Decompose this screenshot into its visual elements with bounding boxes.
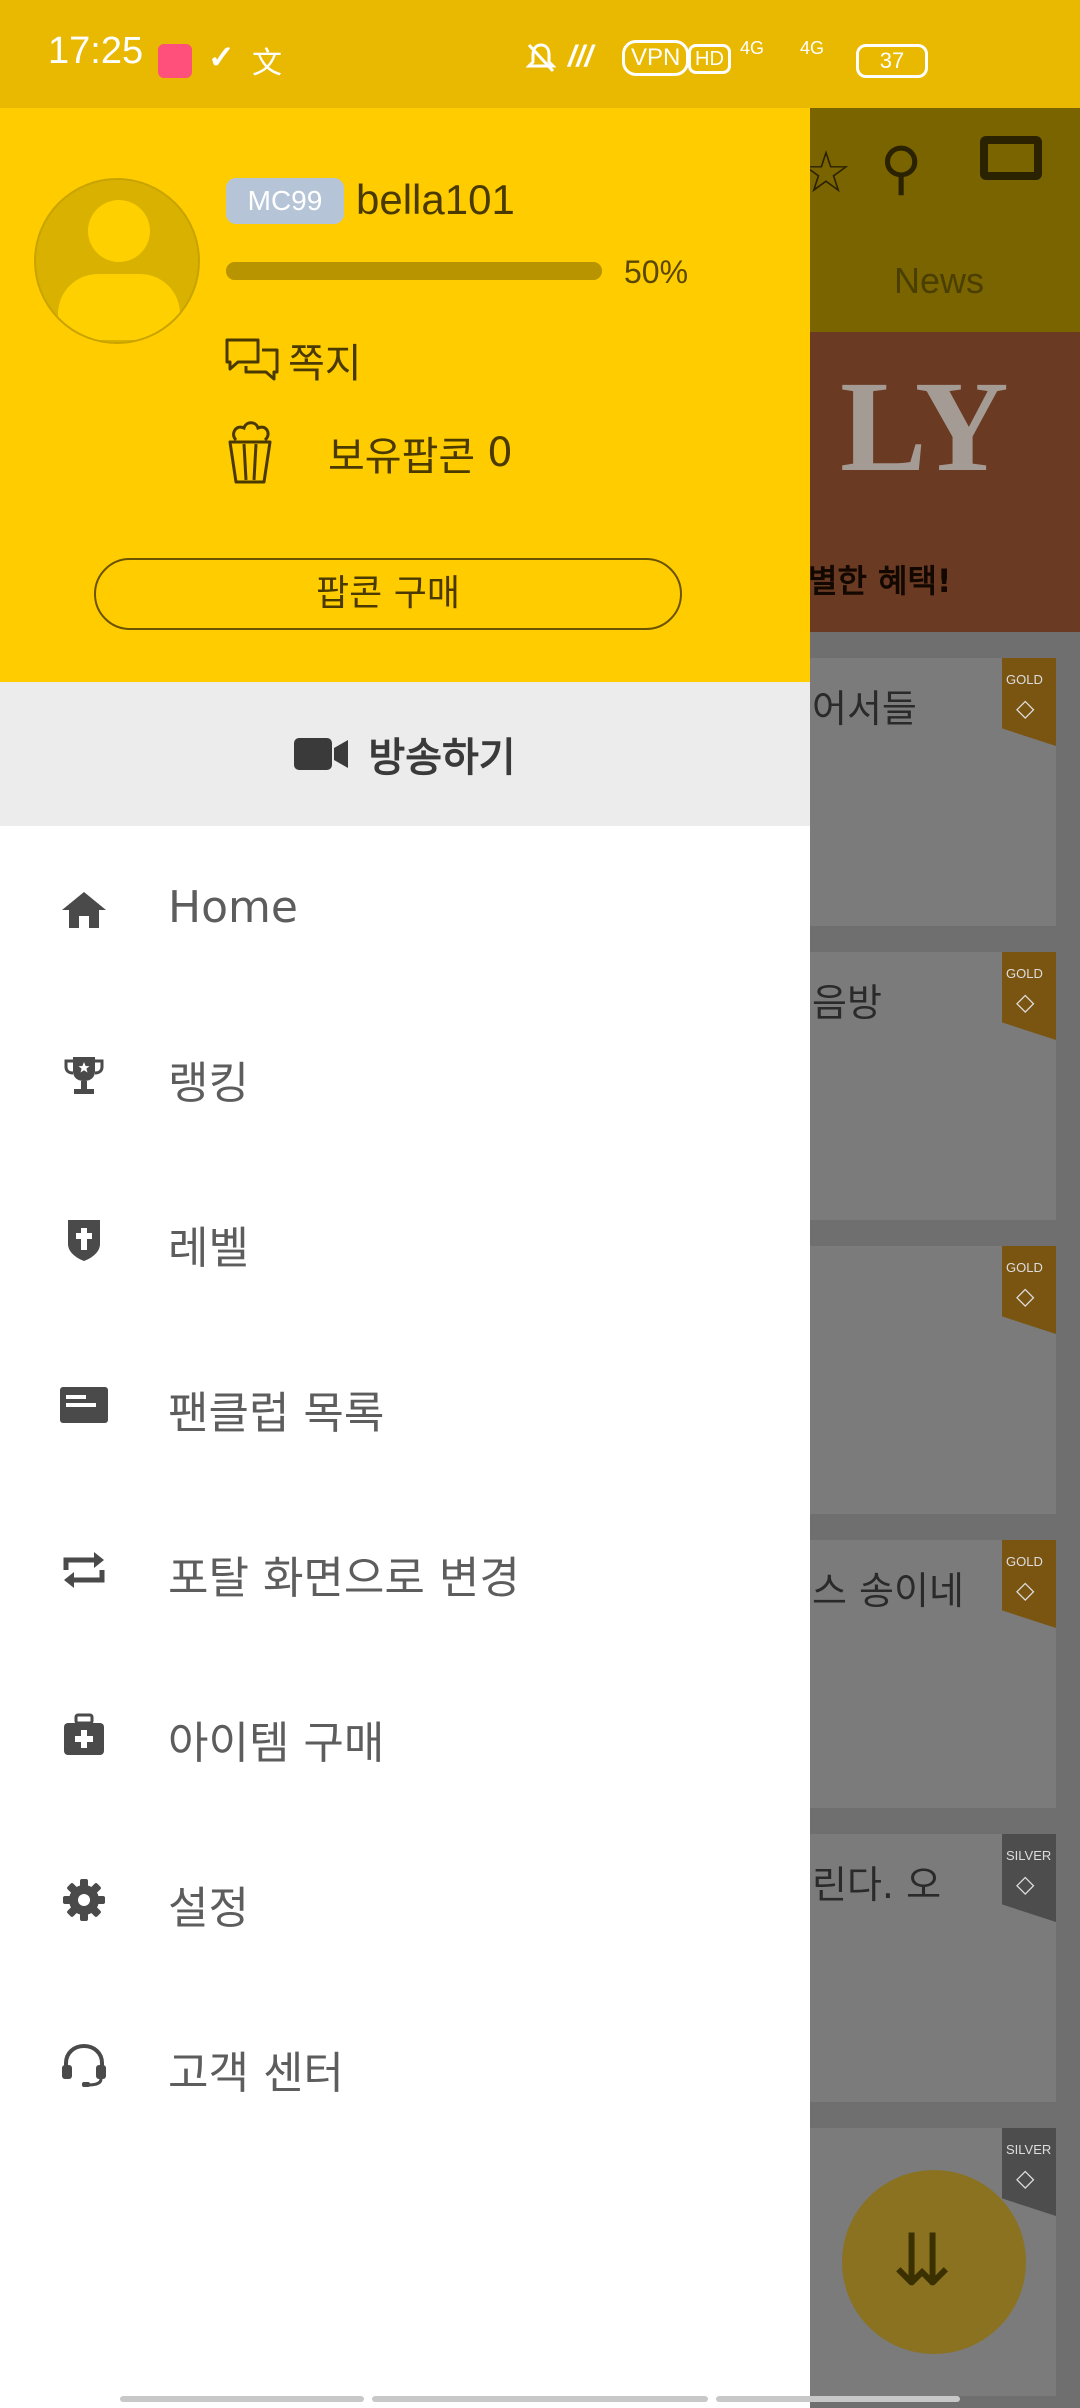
battery-icon: 37 xyxy=(856,44,928,78)
sort-fab-button[interactable]: ⇊ xyxy=(842,2170,1026,2354)
card-icon xyxy=(58,1383,110,1427)
broadcast-card[interactable]: 린다. 오 SILVER ◇ xyxy=(808,1834,1056,2102)
popcorn-icon xyxy=(228,421,272,484)
menu-item-2[interactable]: 레벨 xyxy=(0,1156,810,1321)
vpn-icon: VPN xyxy=(622,40,690,76)
broadcast-card[interactable]: 음방 GOLD ◇ xyxy=(808,952,1056,1220)
headset-icon xyxy=(58,2043,110,2087)
menu-item-label: 포탈 화면으로 변경 xyxy=(168,1553,520,1604)
diamond-icon: ◇ xyxy=(1016,2164,1035,2192)
tier-badge: GOLD ◇ xyxy=(1002,952,1056,1040)
app-notification-icon xyxy=(158,44,192,78)
screen: 17:25 ✓ 文 /// VPN HD 4G 4G 37 ☆ ⚲ News L… xyxy=(0,0,1080,2408)
tier-badge-label: GOLD xyxy=(1006,1554,1043,1569)
menu-item-label: 설정 xyxy=(168,1883,249,1934)
message-label: 쪽지 xyxy=(288,341,362,387)
diamond-icon: ◇ xyxy=(1016,694,1035,722)
popcorn-label: 보유팝콘 xyxy=(328,434,476,480)
popcorn-balance: 보유팝콘 0 xyxy=(224,418,513,488)
diamond-icon: ◇ xyxy=(1016,1576,1035,1604)
broadcast-label: 방송하기 xyxy=(368,735,516,781)
card-title: 린다. 오 xyxy=(812,1863,942,1907)
exp-percent: 50% xyxy=(624,254,689,290)
navigation-drawer: MC99 bella101 50% 쪽지 보유팝콘 0 팝콘 구매 방송하기 H… xyxy=(0,108,810,2408)
broadcast-button[interactable]: 방송하기 xyxy=(0,682,810,826)
tier-badge-label: GOLD xyxy=(1006,672,1043,687)
status-bar: 17:25 ✓ 文 /// VPN HD 4G 4G 37 xyxy=(0,0,1080,108)
diamond-icon: ◇ xyxy=(1016,1870,1035,1898)
sort-icon: ⇊ xyxy=(892,2218,953,2302)
broadcast-card[interactable]: GOLD ◇ xyxy=(808,1246,1056,1514)
username: bella101 xyxy=(356,176,515,223)
chat-bubbles-icon xyxy=(225,338,279,381)
menu-item-4[interactable]: 포탈 화면으로 변경 xyxy=(0,1486,810,1651)
broadcast-card[interactable]: 어서들 GOLD ◇ xyxy=(808,658,1056,926)
diamond-icon: ◇ xyxy=(1016,1282,1035,1310)
menu-item-label: 랭킹 xyxy=(168,1058,249,1109)
menu-item-label: 아이템 구매 xyxy=(168,1718,385,1769)
tier-badge-label: GOLD xyxy=(1006,1260,1043,1275)
exp-progress-fill xyxy=(226,262,602,280)
video-camera-icon[interactable] xyxy=(980,136,1042,180)
shield-icon xyxy=(58,1218,110,1262)
card-title: 어서들 xyxy=(812,687,917,731)
menu-item-7[interactable]: 고객 센터 xyxy=(0,1981,810,2146)
status-time: 17:25 xyxy=(48,30,144,72)
signal-icon: /// xyxy=(568,40,594,73)
tier-badge-label: GOLD xyxy=(1006,966,1043,981)
translate-notification-icon: 文 xyxy=(252,47,282,80)
tier-badge: SILVER ◇ xyxy=(1002,1834,1056,1922)
message-link[interactable]: 쪽지 xyxy=(224,332,362,388)
tier-badge-label: SILVER xyxy=(1006,1848,1052,1863)
tier-badge: GOLD ◇ xyxy=(1002,1540,1056,1628)
gear-icon xyxy=(58,1878,110,1922)
tab-news[interactable]: News xyxy=(894,260,984,302)
tier-badge: GOLD ◇ xyxy=(1002,658,1056,746)
network-4g-icon: 4G xyxy=(740,38,765,58)
avatar[interactable] xyxy=(34,178,200,344)
menu-item-6[interactable]: 설정 xyxy=(0,1816,810,1981)
search-icon[interactable]: ⚲ xyxy=(880,134,922,202)
level-badge: MC99 xyxy=(226,178,344,224)
diamond-icon: ◇ xyxy=(1016,988,1035,1016)
banner-title: LY xyxy=(840,355,1009,499)
trophy-icon xyxy=(58,1053,110,1097)
drawer-menu: Home 랭킹레벨팬클럽 목록포탈 화면으로 변경아이템 구매설정고객 센터 xyxy=(0,826,810,2146)
menu-item-5[interactable]: 아이템 구매 xyxy=(0,1651,810,1816)
medical-bag-icon xyxy=(58,1713,110,1757)
exp-progress-bar xyxy=(226,262,602,280)
hd-icon: HD xyxy=(688,44,731,74)
drawer-header: MC99 bella101 50% 쪽지 보유팝콘 0 팝콘 구매 xyxy=(0,108,810,682)
menu-item-label: 고객 센터 xyxy=(168,2048,344,2099)
home-icon xyxy=(58,888,110,932)
mute-icon xyxy=(525,42,557,78)
tier-badge: SILVER ◇ xyxy=(1002,2128,1056,2216)
broadcast-card[interactable]: 스 송이네 GOLD ◇ xyxy=(808,1540,1056,1808)
menu-item-label: 레벨 xyxy=(168,1223,249,1274)
menu-item-1[interactable]: 랭킹 xyxy=(0,991,810,1156)
tier-badge: GOLD ◇ xyxy=(1002,1246,1056,1334)
repeat-icon xyxy=(58,1548,110,1592)
check-notification-icon: ✓ xyxy=(208,39,235,75)
card-title: 음방 xyxy=(812,981,882,1025)
card-title: 스 송이네 xyxy=(812,1569,964,1613)
tier-badge-label: SILVER xyxy=(1006,2142,1052,2157)
menu-item-label: 팬클럽 목록 xyxy=(168,1388,385,1439)
menu-item-0[interactable]: Home xyxy=(0,826,810,991)
menu-item-label: Home xyxy=(168,882,298,933)
gesture-navigation-bar xyxy=(120,2396,960,2402)
buy-popcorn-button[interactable]: 팝콘 구매 xyxy=(94,558,682,630)
popcorn-count: 0 xyxy=(487,430,513,476)
menu-item-3[interactable]: 팬클럽 목록 xyxy=(0,1321,810,1486)
banner-subtitle: 별한 혜택! xyxy=(808,562,952,600)
video-camera-icon xyxy=(294,738,349,770)
network-4g-icon: 4G xyxy=(800,38,825,58)
